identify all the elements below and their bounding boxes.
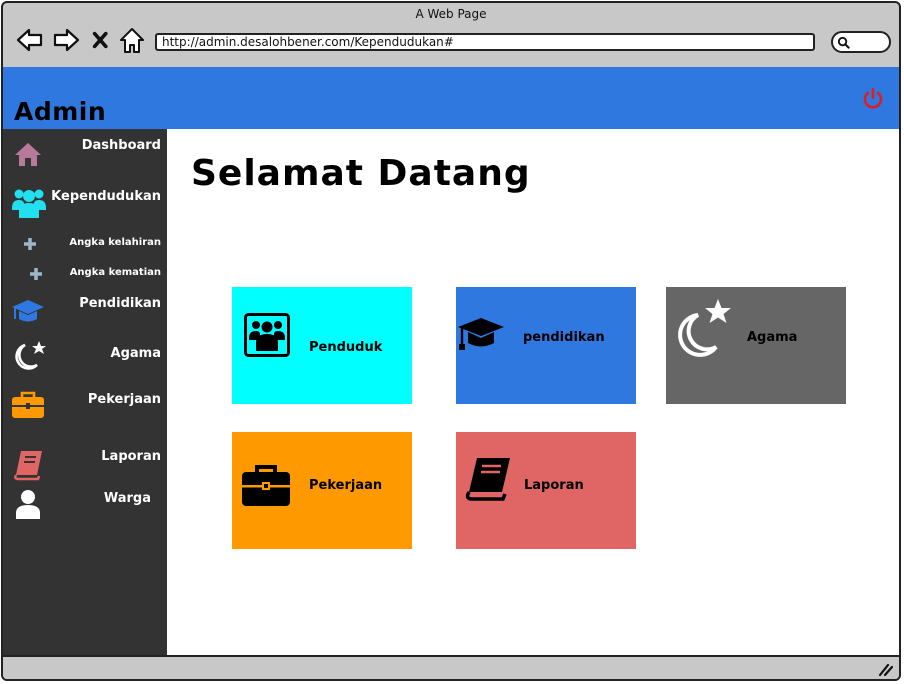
search-icon [837,36,850,49]
graduation-cap-icon [12,300,44,322]
home-button[interactable] [117,25,147,55]
plus-icon [24,238,36,250]
sidebar-item-label: Angka kematian [69,267,161,278]
brand-title: Admin [14,97,107,126]
tile-label: Laporan [524,478,584,493]
home-icon [120,28,144,53]
resize-grip-icon[interactable] [877,662,893,676]
browser-window: A Web Page http://admin.desalohbener.com… [1,1,901,681]
book-icon [14,451,42,481]
sidebar-item-label: Pekerjaan [87,392,161,407]
briefcase-icon [12,391,44,418]
tile-penduduk[interactable]: Penduduk [232,287,412,404]
sidebar-item-label: Warga [103,491,151,506]
sidebar-item-label: Laporan [101,449,161,464]
plus-icon [30,268,42,280]
sidebar-item-dashboard[interactable]: Dashboard [3,135,167,166]
tile-label: Penduduk [309,340,383,355]
stop-button[interactable] [89,25,113,55]
browser-toolbar: http://admin.desalohbener.com/Kependuduk… [3,23,899,63]
tile-laporan[interactable]: Laporan [456,432,636,549]
sidebar-item-kependudukan[interactable]: Kependudukan [3,185,167,221]
status-bar [3,655,899,679]
tile-label: pendidikan [523,330,605,345]
sidebar-item-warga[interactable]: Warga [3,489,167,523]
moon-star-icon [15,341,46,370]
address-bar[interactable]: http://admin.desalohbener.com/Kependuduk… [155,33,815,51]
home-icon [15,143,41,166]
tile-agama[interactable]: Agama [666,287,846,404]
users-icon [244,313,290,357]
main-content: Selamat Datang Penduduk pendidikan Agama… [167,129,899,659]
sidebar-item-label: Kependudukan [51,189,161,204]
tile-label: Pekerjaan [309,478,383,493]
sidebar-item-pekerjaan[interactable]: Pekerjaan [3,387,167,423]
sidebar-item-label: Angka kelahiran [69,237,161,248]
sidebar-item-label: Agama [110,346,161,361]
sidebar-subitem-angka-kematian[interactable]: Angka kematian [3,265,167,285]
users-icon [12,189,46,218]
sidebar-item-label: Dashboard [81,138,161,153]
tile-pekerjaan[interactable]: Pekerjaan [232,432,412,549]
browser-search-field[interactable] [831,31,891,53]
briefcase-icon [242,465,290,506]
back-button[interactable] [15,25,45,55]
close-icon [92,31,108,49]
tile-pendidikan[interactable]: pendidikan [456,287,636,404]
graduation-cap-icon [458,318,504,350]
moon-star-icon [678,299,731,357]
user-icon [16,490,40,519]
forward-button[interactable] [51,25,81,55]
sidebar-subitem-angka-kelahiran[interactable]: Angka kelahiran [3,235,167,255]
book-icon [465,458,510,501]
sidebar: Dashboard Kependudukan Angka kelahiran A… [3,129,167,659]
sidebar-item-agama[interactable]: Agama [3,337,167,373]
arrow-right-icon [53,28,80,52]
power-icon[interactable] [861,87,885,111]
tile-label: Agama [747,330,798,345]
page-title: Selamat Datang [191,153,531,194]
sidebar-item-label: Pendidikan [79,296,161,311]
sidebar-item-pendidikan[interactable]: Pendidikan [3,295,167,325]
sidebar-item-laporan[interactable]: Laporan [3,447,167,481]
arrow-left-icon [16,28,43,52]
app-header: Admin [3,67,899,129]
